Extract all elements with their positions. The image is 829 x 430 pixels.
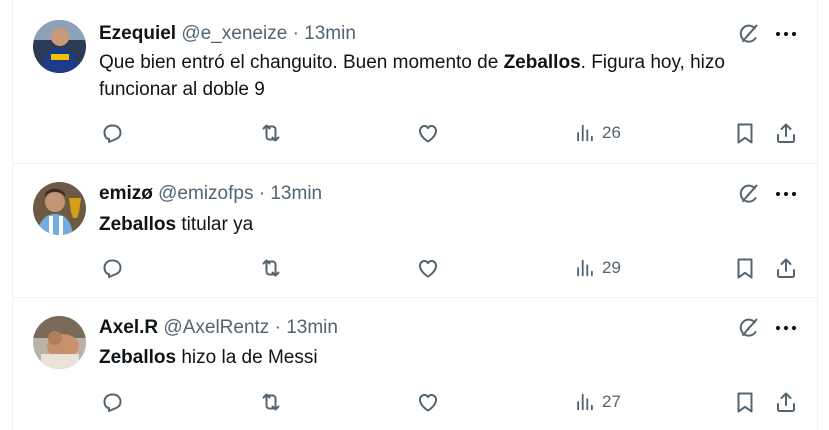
more-icon[interactable]: [773, 22, 799, 46]
bookmark-icon[interactable]: [733, 256, 757, 280]
more-icon[interactable]: [773, 316, 799, 340]
author-name[interactable]: Ezequiel: [99, 23, 176, 44]
avatar[interactable]: [33, 20, 86, 73]
tweet-text: Zeballos hizo la de Messi: [99, 344, 799, 371]
like-icon[interactable]: [416, 390, 440, 414]
views-count: 29: [602, 258, 621, 277]
tweet-card[interactable]: Ezequiel @e_xeneize · 13min Que bien ent…: [13, 0, 819, 164]
views-button[interactable]: 26: [574, 121, 621, 145]
tweet-header: emizø @emizofps · 13min: [99, 182, 322, 206]
views-icon: [574, 121, 596, 145]
author-name[interactable]: Axel.R: [99, 317, 158, 338]
grok-icon[interactable]: [737, 316, 761, 340]
tweet-text-bold: Zeballos: [99, 347, 177, 368]
views-button[interactable]: 29: [574, 256, 621, 280]
views-count: 26: [602, 123, 621, 142]
reply-icon[interactable]: [100, 390, 124, 414]
avatar[interactable]: [33, 316, 86, 369]
tweet-text-bold: Zeballos: [99, 214, 177, 235]
bookmark-icon[interactable]: [733, 121, 757, 145]
separator-dot: ·: [258, 183, 266, 204]
tweet-text: Que bien entró el changuito. Buen moment…: [99, 49, 799, 103]
tweet-text: Zeballos titular ya: [99, 211, 799, 238]
bookmark-icon[interactable]: [733, 390, 757, 414]
tweet-header: Axel.R @AxelRentz · 13min: [99, 316, 338, 340]
author-handle[interactable]: @AxelRentz: [163, 317, 269, 338]
timeline: Ezequiel @e_xeneize · 13min Que bien ent…: [12, 0, 819, 430]
share-icon[interactable]: [774, 121, 798, 145]
retweet-icon[interactable]: [259, 121, 283, 145]
separator-dot: ·: [274, 317, 281, 338]
timestamp[interactable]: 13min: [270, 183, 322, 204]
retweet-icon[interactable]: [259, 256, 283, 280]
author-handle[interactable]: @e_xeneize: [181, 23, 287, 44]
reply-icon[interactable]: [100, 256, 124, 280]
tweet-text-pre: Que bien entró el changuito. Buen moment…: [99, 52, 504, 73]
timestamp[interactable]: 13min: [304, 23, 356, 44]
separator-dot: ·: [292, 23, 299, 44]
tweet-header: Ezequiel @e_xeneize · 13min: [99, 22, 356, 46]
reply-icon[interactable]: [100, 121, 124, 145]
tweet-card[interactable]: emizø @emizofps · 13min Zeballos titular…: [13, 164, 819, 298]
timestamp[interactable]: 13min: [286, 317, 338, 338]
tweet-card[interactable]: Axel.R @AxelRentz · 13min Zeballos hizo …: [13, 298, 819, 430]
like-icon[interactable]: [416, 121, 440, 145]
views-icon: [574, 256, 596, 280]
views-button[interactable]: 27: [574, 390, 621, 414]
tweet-text-post: titular ya: [176, 214, 254, 235]
more-icon[interactable]: [773, 182, 799, 206]
avatar[interactable]: [33, 182, 86, 235]
grok-icon[interactable]: [737, 182, 761, 206]
views-icon: [574, 390, 596, 414]
author-name[interactable]: emizø: [99, 183, 153, 204]
retweet-icon[interactable]: [259, 390, 283, 414]
author-handle[interactable]: @emizofps: [158, 183, 253, 204]
tweet-text-bold: Zeballos: [503, 52, 581, 73]
tweet-text-post: hizo la de Messi: [176, 347, 318, 368]
grok-icon[interactable]: [737, 22, 761, 46]
share-icon[interactable]: [774, 256, 798, 280]
like-icon[interactable]: [416, 256, 440, 280]
views-count: 27: [602, 392, 621, 411]
share-icon[interactable]: [774, 390, 798, 414]
